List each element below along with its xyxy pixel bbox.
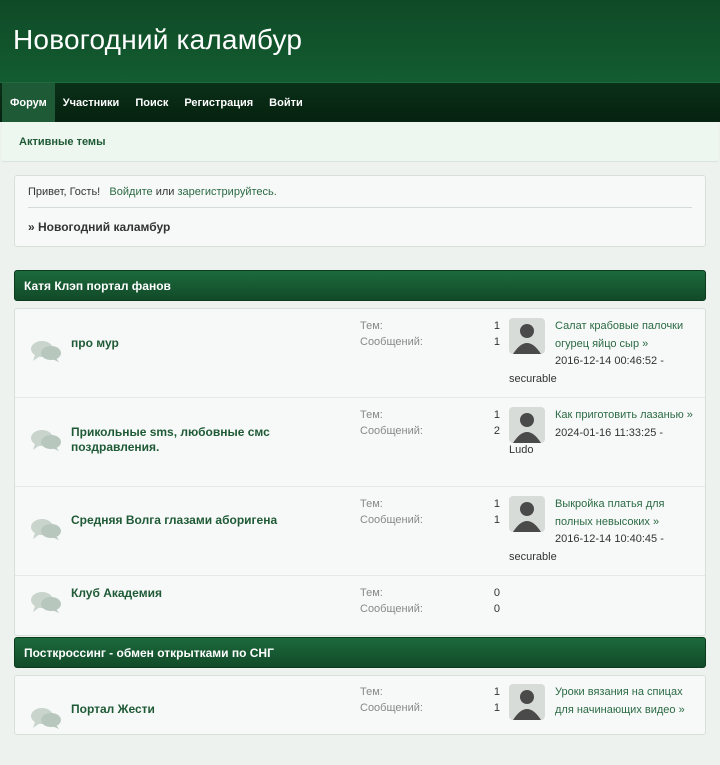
- forum-list: про мур Тем: 1 Сообщений: 1 Салат крабовые…: [14, 308, 706, 636]
- posts-label: Сообщений:: [360, 425, 423, 437]
- welcome-box: Привет, Гость! Войдите или зарегистрируй…: [14, 175, 706, 247]
- nav-forum[interactable]: Форум: [2, 83, 55, 122]
- user-avatar-icon: [509, 684, 545, 720]
- nav-login[interactable]: Войти: [261, 83, 311, 122]
- topics-label: Тем:: [360, 320, 383, 332]
- nav-members[interactable]: Участники: [55, 83, 128, 122]
- last-topic-link[interactable]: Выкройка платья для полных невысоких: [555, 498, 665, 528]
- site-title[interactable]: Новогодний каламбур: [13, 24, 707, 56]
- last-post: Уроки вязания на спицах для начинающих в…: [509, 684, 699, 720]
- forum-title[interactable]: Средняя Волга глазами аборигена: [71, 513, 311, 528]
- forum-stats: Тем: 1 Сообщений: 1: [360, 498, 500, 530]
- topics-label: Тем:: [360, 587, 383, 599]
- forum-bubbles-icon: [31, 708, 61, 729]
- forum-list: Портал Жести Тем: 1 Сообщений: 1 Уроки вяз…: [14, 675, 706, 735]
- breadcrumb[interactable]: » Новогодний каламбур: [28, 220, 692, 234]
- forum-stats: Тем: 0 Сообщений: 0: [360, 587, 500, 619]
- forum-stats: Тем: 1 Сообщений: 2: [360, 409, 500, 441]
- forum-bubbles-icon: [31, 592, 61, 613]
- forum-title[interactable]: Портал Жести: [71, 702, 311, 717]
- forum-row: Прикольные sms, любовные смс поздравлени…: [15, 398, 705, 487]
- forum-row: Портал Жести Тем: 1 Сообщений: 1 Уроки вяз…: [15, 676, 705, 765]
- posts-label: Сообщений:: [360, 514, 423, 526]
- register-link[interactable]: зарегистрируйтесь.: [177, 186, 276, 198]
- forum-title[interactable]: Прикольные sms, любовные смс поздравлени…: [71, 425, 311, 455]
- welcome-line: Привет, Гость! Войдите или зарегистрируй…: [28, 186, 692, 208]
- go-to-post-link[interactable]: »: [679, 704, 685, 716]
- topics-label: Тем:: [360, 409, 383, 421]
- last-post: Как приготовить лазанью » 2024-01-16 11:…: [509, 407, 699, 460]
- last-post-date: 2024-01-16 11:33:25 -: [555, 426, 664, 439]
- posts-label: Сообщений:: [360, 702, 423, 714]
- go-to-post-link[interactable]: »: [687, 409, 693, 421]
- forum-stats: Тем: 1 Сообщений: 1: [360, 686, 500, 718]
- forum-row: Клуб Академия Тем: 0 Сообщений: 0: [15, 576, 705, 635]
- posts-count: 1: [493, 514, 500, 526]
- posts-count: 2: [493, 425, 500, 437]
- last-post: Выкройка платья для полных невысоких » 2…: [509, 496, 699, 566]
- user-avatar-icon: [509, 318, 545, 354]
- go-to-post-link[interactable]: »: [642, 338, 648, 350]
- category-header[interactable]: Катя Клэп портал фанов: [14, 270, 706, 301]
- forum-stats: Тем: 1 Сообщений: 1: [360, 320, 500, 352]
- last-topic-link[interactable]: Как приготовить лазанью: [555, 409, 684, 421]
- topics-count: 1: [493, 320, 500, 332]
- forum-bubbles-icon: [31, 430, 61, 451]
- last-post-user: Ludo: [509, 444, 534, 456]
- category-header[interactable]: Посткроссинг - обмен открытками по СНГ: [14, 637, 706, 668]
- posts-label: Сообщений:: [360, 603, 423, 615]
- posts-count: 0: [493, 603, 500, 615]
- user-avatar-icon: [509, 407, 545, 443]
- posts-count: 1: [493, 336, 500, 348]
- sub-nav: Активные темы: [2, 122, 718, 162]
- last-post-date: 2016-12-14 00:46:52 -: [555, 355, 664, 367]
- forum-row: Средняя Волга глазами аборигена Тем: 1 Со…: [15, 487, 705, 576]
- topics-count: 1: [493, 498, 500, 510]
- topics-label: Тем:: [360, 498, 383, 510]
- site-header: Новогодний каламбур: [0, 0, 720, 82]
- user-avatar-icon: [509, 496, 545, 532]
- last-post: Салат крабовые палочки огурец яйцо сыр »…: [509, 318, 699, 388]
- greeting-text: Привет, Гость!: [28, 186, 101, 198]
- or-text: или: [155, 186, 175, 198]
- last-topic-link[interactable]: Уроки вязания на спицах для начинающих в…: [555, 686, 683, 716]
- posts-count: 1: [493, 702, 500, 714]
- go-to-post-link[interactable]: »: [653, 516, 659, 528]
- topics-label: Тем:: [360, 686, 383, 698]
- last-post-date: 2016-12-14 10:40:45 -: [555, 533, 664, 545]
- nav-search[interactable]: Поиск: [127, 83, 176, 122]
- topics-count: 1: [493, 409, 500, 421]
- main-nav: Форум Участники Поиск Регистрация Войти: [0, 82, 720, 122]
- login-link[interactable]: Войдите: [109, 186, 152, 198]
- forum-bubbles-icon: [31, 341, 61, 362]
- forum-title[interactable]: Клуб Академия: [71, 586, 311, 601]
- nav-register[interactable]: Регистрация: [176, 83, 261, 122]
- active-topics-link[interactable]: Активные темы: [19, 136, 105, 148]
- last-topic-link[interactable]: Салат крабовые палочки огурец яйцо сыр: [555, 320, 683, 350]
- topics-count: 1: [493, 686, 500, 698]
- posts-label: Сообщений:: [360, 336, 423, 348]
- topics-count: 0: [493, 587, 500, 599]
- last-post-user: securable: [509, 550, 557, 563]
- forum-bubbles-icon: [31, 519, 61, 540]
- forum-row: про мур Тем: 1 Сообщений: 1 Салат крабовые…: [15, 309, 705, 398]
- forum-title[interactable]: про мур: [71, 336, 311, 351]
- last-post-user: securable: [509, 372, 557, 385]
